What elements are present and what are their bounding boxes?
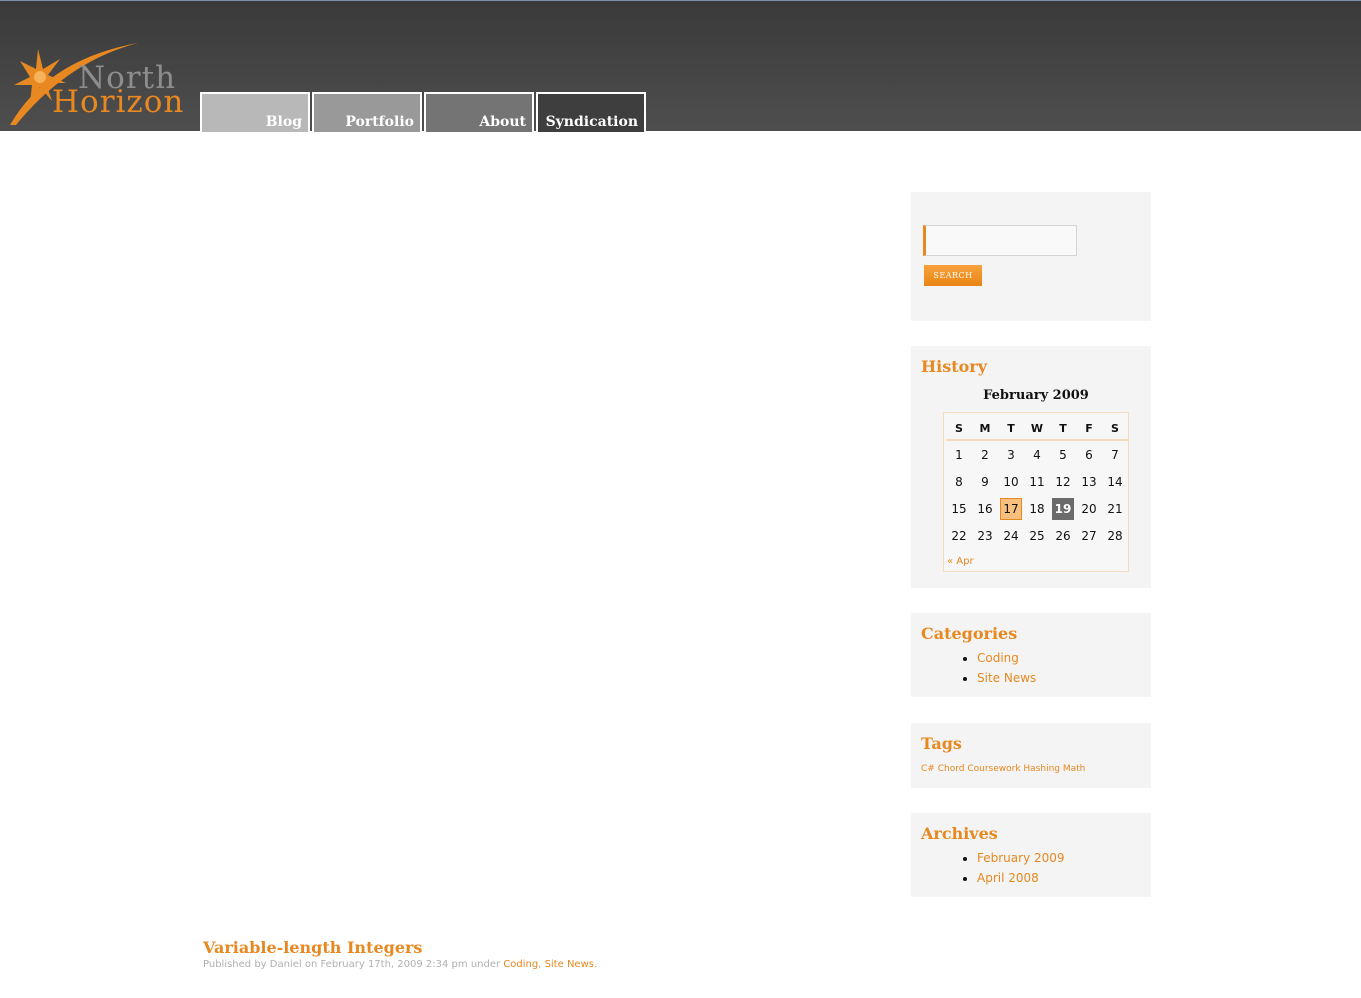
post-category-link[interactable]: Site News [545,959,594,970]
tag-cloud: C# Chord Coursework Hashing Math [921,764,1085,774]
tags-title: Tags [921,734,962,753]
search-input[interactable] [923,225,1077,256]
search-button[interactable]: SEARCH [924,265,982,286]
categories-title: Categories [921,624,1018,643]
calendar-day: 15 [951,501,967,516]
history-title: History [921,357,987,376]
archives-list: February 2009 April 2008 [977,848,1065,888]
categories-list: Coding Site News [977,648,1036,688]
calendar-day: 11 [1029,474,1045,489]
calendar-day: 10 [1003,474,1019,489]
calendar: S M T W T F S 1 2 3 4 5 6 7 8 9 10 11 12… [943,412,1129,572]
calendar-day: 14 [1107,474,1123,489]
calendar-day: 6 [1085,447,1093,462]
category-link-coding[interactable]: Coding [977,648,1036,668]
search-widget: SEARCH [911,192,1151,321]
weekday-header: W [1024,417,1050,441]
calendar-day: 1 [955,447,963,462]
calendar-day: 16 [977,501,993,516]
tag-link[interactable]: Chord [938,764,965,774]
calendar-day: 26 [1055,528,1071,543]
archive-link-apr-2008[interactable]: April 2008 [977,868,1065,888]
nav-tab-label: Syndication [545,114,638,130]
archives-widget: Archives February 2009 April 2008 [911,813,1151,897]
post-title[interactable]: Variable-length Integers [203,938,422,957]
tag-link[interactable]: C# [921,764,935,774]
archives-title: Archives [921,824,998,843]
post-meta: Published by Daniel on February 17th, 20… [203,959,597,970]
nav-tab-label: Portfolio [345,114,414,130]
tag-link[interactable]: Hashing [1023,764,1060,774]
calendar-day: 18 [1029,501,1045,516]
nav-tab-label: Blog [265,114,302,130]
weekday-header: M [972,417,998,441]
weekday-header: S [946,417,972,441]
calendar-day: 13 [1081,474,1097,489]
calendar-day: 22 [951,528,967,543]
main-nav: Blog Portfolio About Syndication [200,92,648,132]
post-meta-end: . [593,959,598,970]
calendar-day-highlighted[interactable]: 17 [998,495,1024,522]
calendar-day: 27 [1081,528,1097,543]
calendar-day: 4 [1033,447,1041,462]
calendar-day: 23 [977,528,993,543]
archive-link-feb-2009[interactable]: February 2009 [977,848,1065,868]
calendar-day: 12 [1055,474,1071,489]
calendar-day: 25 [1029,528,1045,543]
site-header: North Horizon Blog Portfolio About Syndi… [0,0,1361,132]
weekday-header: S [1102,417,1128,441]
post-meta-text: Published by Daniel on February 17th, 20… [203,959,504,970]
calendar-day: 28 [1107,528,1123,543]
nav-tab-portfolio[interactable]: Portfolio [312,92,422,132]
categories-widget: Categories Coding Site News [911,613,1151,697]
weekday-header: F [1076,417,1102,441]
nav-tab-about[interactable]: About [424,92,534,132]
nav-tab-blog[interactable]: Blog [200,92,310,132]
post-category-link[interactable]: Coding [503,959,538,970]
weekday-header: T [998,417,1024,441]
calendar-day: 7 [1111,447,1119,462]
nav-tab-syndication[interactable]: Syndication [536,92,646,132]
nav-tab-label: About [479,114,526,130]
calendar-day: 8 [955,474,963,489]
category-link-site-news[interactable]: Site News [977,668,1036,688]
calendar-caption: February 2009 [983,388,1089,403]
calendar-day: 5 [1059,447,1067,462]
tags-widget: Tags C# Chord Coursework Hashing Math [911,723,1151,788]
tag-link[interactable]: Math [1063,764,1086,774]
site-logo[interactable]: North Horizon [8,39,188,131]
calendar-day: 20 [1081,501,1097,516]
logo-text-horizon: Horizon [52,84,185,120]
calendar-prev-link[interactable]: « Apr [947,556,974,567]
history-widget: History February 2009 S M T W T F S 1 2 … [911,346,1151,588]
calendar-day-selected: 19 [1050,495,1076,522]
calendar-day: 2 [981,447,989,462]
weekday-header: T [1050,417,1076,441]
calendar-day: 21 [1107,501,1123,516]
calendar-day: 9 [981,474,989,489]
calendar-day: 3 [1007,447,1015,462]
tag-link[interactable]: Coursework [967,764,1020,774]
calendar-day: 24 [1003,528,1019,543]
